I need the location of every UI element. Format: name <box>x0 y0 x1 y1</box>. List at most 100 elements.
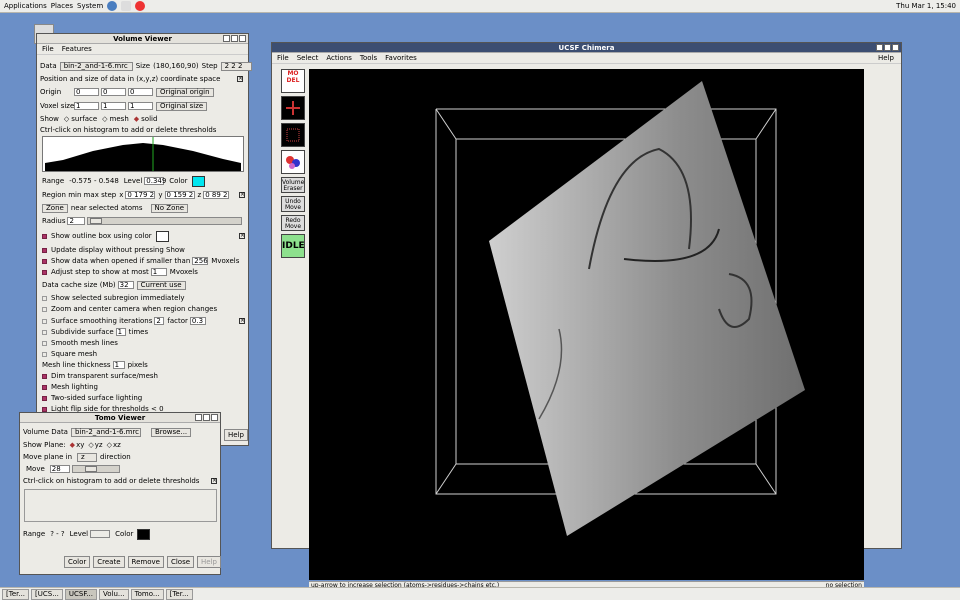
volume-eraser-button[interactable]: Volume Eraser <box>281 177 305 193</box>
undo-move-button[interactable]: Undo Move <box>281 196 305 212</box>
dim-transparent-checkbox[interactable] <box>42 373 47 379</box>
maximize-icon[interactable] <box>884 44 891 51</box>
outline-box-checkbox[interactable] <box>42 233 47 239</box>
redo-move-button[interactable]: Redo Move <box>281 215 305 231</box>
taskbar-item-terminal-2[interactable]: [Ter... <box>165 588 193 600</box>
menu-features[interactable]: Features <box>62 45 92 53</box>
show-subregion-checkbox[interactable] <box>42 295 47 301</box>
origin-z-field[interactable]: 0 <box>128 88 153 96</box>
tomo-volume-select[interactable]: bin-2_and-1-6.mrc <box>70 427 141 437</box>
menu-tools[interactable]: Tools <box>360 54 377 62</box>
region-y-field[interactable]: 0 159 2 <box>164 191 195 199</box>
taskbar-item-volume[interactable]: Volu... <box>98 588 129 600</box>
region-z-field[interactable]: 0 89 2 <box>203 191 230 199</box>
radius-field[interactable]: 2 <box>67 217 86 225</box>
close-display-icon[interactable]: × <box>239 233 245 239</box>
two-sided-checkbox[interactable] <box>42 395 47 401</box>
axis-select[interactable]: z <box>77 452 98 462</box>
applications-menu[interactable]: Applications <box>4 2 47 10</box>
surface-radio[interactable]: ◇ <box>64 115 69 123</box>
voxel-y-field[interactable]: 1 <box>101 102 126 110</box>
move-slider-thumb[interactable] <box>84 466 97 472</box>
update-display-checkbox[interactable] <box>42 247 47 253</box>
current-use-button[interactable]: Current use <box>136 280 186 290</box>
color-button[interactable]: Color <box>63 556 91 568</box>
move-field[interactable]: 28 <box>49 465 70 473</box>
volume-histogram[interactable] <box>42 136 244 172</box>
mesh-radio[interactable]: ◇ <box>102 115 107 123</box>
minimize-icon[interactable] <box>223 35 230 42</box>
close-button[interactable]: Close <box>166 556 195 568</box>
subdivide-checkbox[interactable] <box>42 329 47 335</box>
show-data-checkbox[interactable] <box>42 258 47 264</box>
tomo-viewer-icon[interactable] <box>281 123 305 147</box>
adjust-step-checkbox[interactable] <box>42 269 47 275</box>
close-icon[interactable] <box>892 44 899 51</box>
mail-icon[interactable] <box>121 1 132 11</box>
tomo-viewer-titlebar[interactable]: Tomo Viewer <box>20 413 220 423</box>
level-field[interactable]: 0.349 <box>144 177 166 185</box>
remove-button[interactable]: Remove <box>127 556 164 568</box>
menu-actions[interactable]: Actions <box>326 54 352 62</box>
help-button[interactable]: Help <box>197 556 221 568</box>
browse-button[interactable]: Browse... <box>150 427 192 437</box>
data-select[interactable]: bin-2_and-1-6.mrc <box>59 61 133 71</box>
zone-button[interactable]: Zone <box>42 203 68 213</box>
voxel-x-field[interactable]: 1 <box>74 102 99 110</box>
taskbar-item-ucsf-2[interactable]: UCSF... <box>64 588 97 600</box>
subdivide-field[interactable]: 1 <box>115 328 126 336</box>
modeller-icon[interactable]: MO DEL <box>281 69 305 93</box>
menu-favorites[interactable]: Favorites <box>385 54 417 62</box>
menu-file[interactable]: File <box>42 45 54 53</box>
cache-field[interactable]: 32 <box>117 281 134 289</box>
square-mesh-checkbox[interactable] <box>42 351 47 357</box>
molecule-icon[interactable] <box>281 150 305 174</box>
tomo-color-swatch[interactable] <box>137 528 151 540</box>
minimize-icon[interactable] <box>195 414 202 421</box>
volume-viewer-titlebar[interactable]: Volume Viewer <box>37 34 248 44</box>
tomo-histogram[interactable] <box>24 489 217 522</box>
smoothing-iter-field[interactable]: 2 <box>154 317 165 325</box>
menu-select[interactable]: Select <box>297 54 319 62</box>
system-menu[interactable]: System <box>77 2 103 10</box>
adjust-step-field[interactable]: 1 <box>150 268 167 276</box>
clock[interactable]: Thu Mar 1, 15:40 <box>896 2 956 10</box>
original-size-button[interactable]: Original size <box>156 101 208 111</box>
factor-field[interactable]: 0.3 <box>189 317 206 325</box>
origin-y-field[interactable]: 0 <box>101 88 126 96</box>
zoom-center-checkbox[interactable] <box>42 306 47 312</box>
places-menu[interactable]: Places <box>51 2 73 10</box>
globe-icon[interactable] <box>107 1 118 11</box>
chimera-titlebar[interactable]: UCSF Chimera <box>272 43 901 53</box>
original-origin-button[interactable]: Original origin <box>156 87 214 97</box>
close-panel-icon[interactable]: × <box>237 76 243 82</box>
region-x-field[interactable]: 0 179 2 <box>125 191 156 199</box>
threshold-color-swatch[interactable] <box>191 175 205 187</box>
volume-viewer-icon[interactable] <box>281 96 305 120</box>
no-zone-button[interactable]: No Zone <box>150 203 189 213</box>
close-icon[interactable] <box>211 414 218 421</box>
solid-radio[interactable]: ◆ <box>134 115 139 123</box>
move-slider[interactable] <box>71 465 120 473</box>
plane-xz-radio[interactable]: ◇ <box>107 441 112 449</box>
show-data-field[interactable]: 256 <box>192 257 209 265</box>
radius-slider[interactable] <box>87 217 243 225</box>
minimize-icon[interactable] <box>876 44 883 51</box>
create-button[interactable]: Create <box>93 556 125 568</box>
taskbar-item-tomo[interactable]: Tomo... <box>130 588 164 600</box>
maximize-icon[interactable] <box>203 414 210 421</box>
maximize-icon[interactable] <box>231 35 238 42</box>
radius-slider-thumb[interactable] <box>90 218 103 224</box>
outline-color-swatch[interactable] <box>155 230 169 242</box>
graphics-viewport[interactable] <box>309 69 864 580</box>
voxel-z-field[interactable]: 1 <box>128 102 153 110</box>
taskbar-item-terminal-1[interactable]: [Ter... <box>2 588 30 600</box>
surface-smoothing-checkbox[interactable] <box>42 318 47 324</box>
help-icon[interactable] <box>135 1 146 11</box>
close-surface-icon[interactable]: × <box>239 318 245 324</box>
thickness-field[interactable]: 1 <box>112 361 125 369</box>
smooth-mesh-checkbox[interactable] <box>42 340 47 346</box>
taskbar-item-ucsf-1[interactable]: [UCS... <box>31 588 63 600</box>
origin-x-field[interactable]: 0 <box>74 88 99 96</box>
close-region-icon[interactable]: × <box>239 192 245 198</box>
